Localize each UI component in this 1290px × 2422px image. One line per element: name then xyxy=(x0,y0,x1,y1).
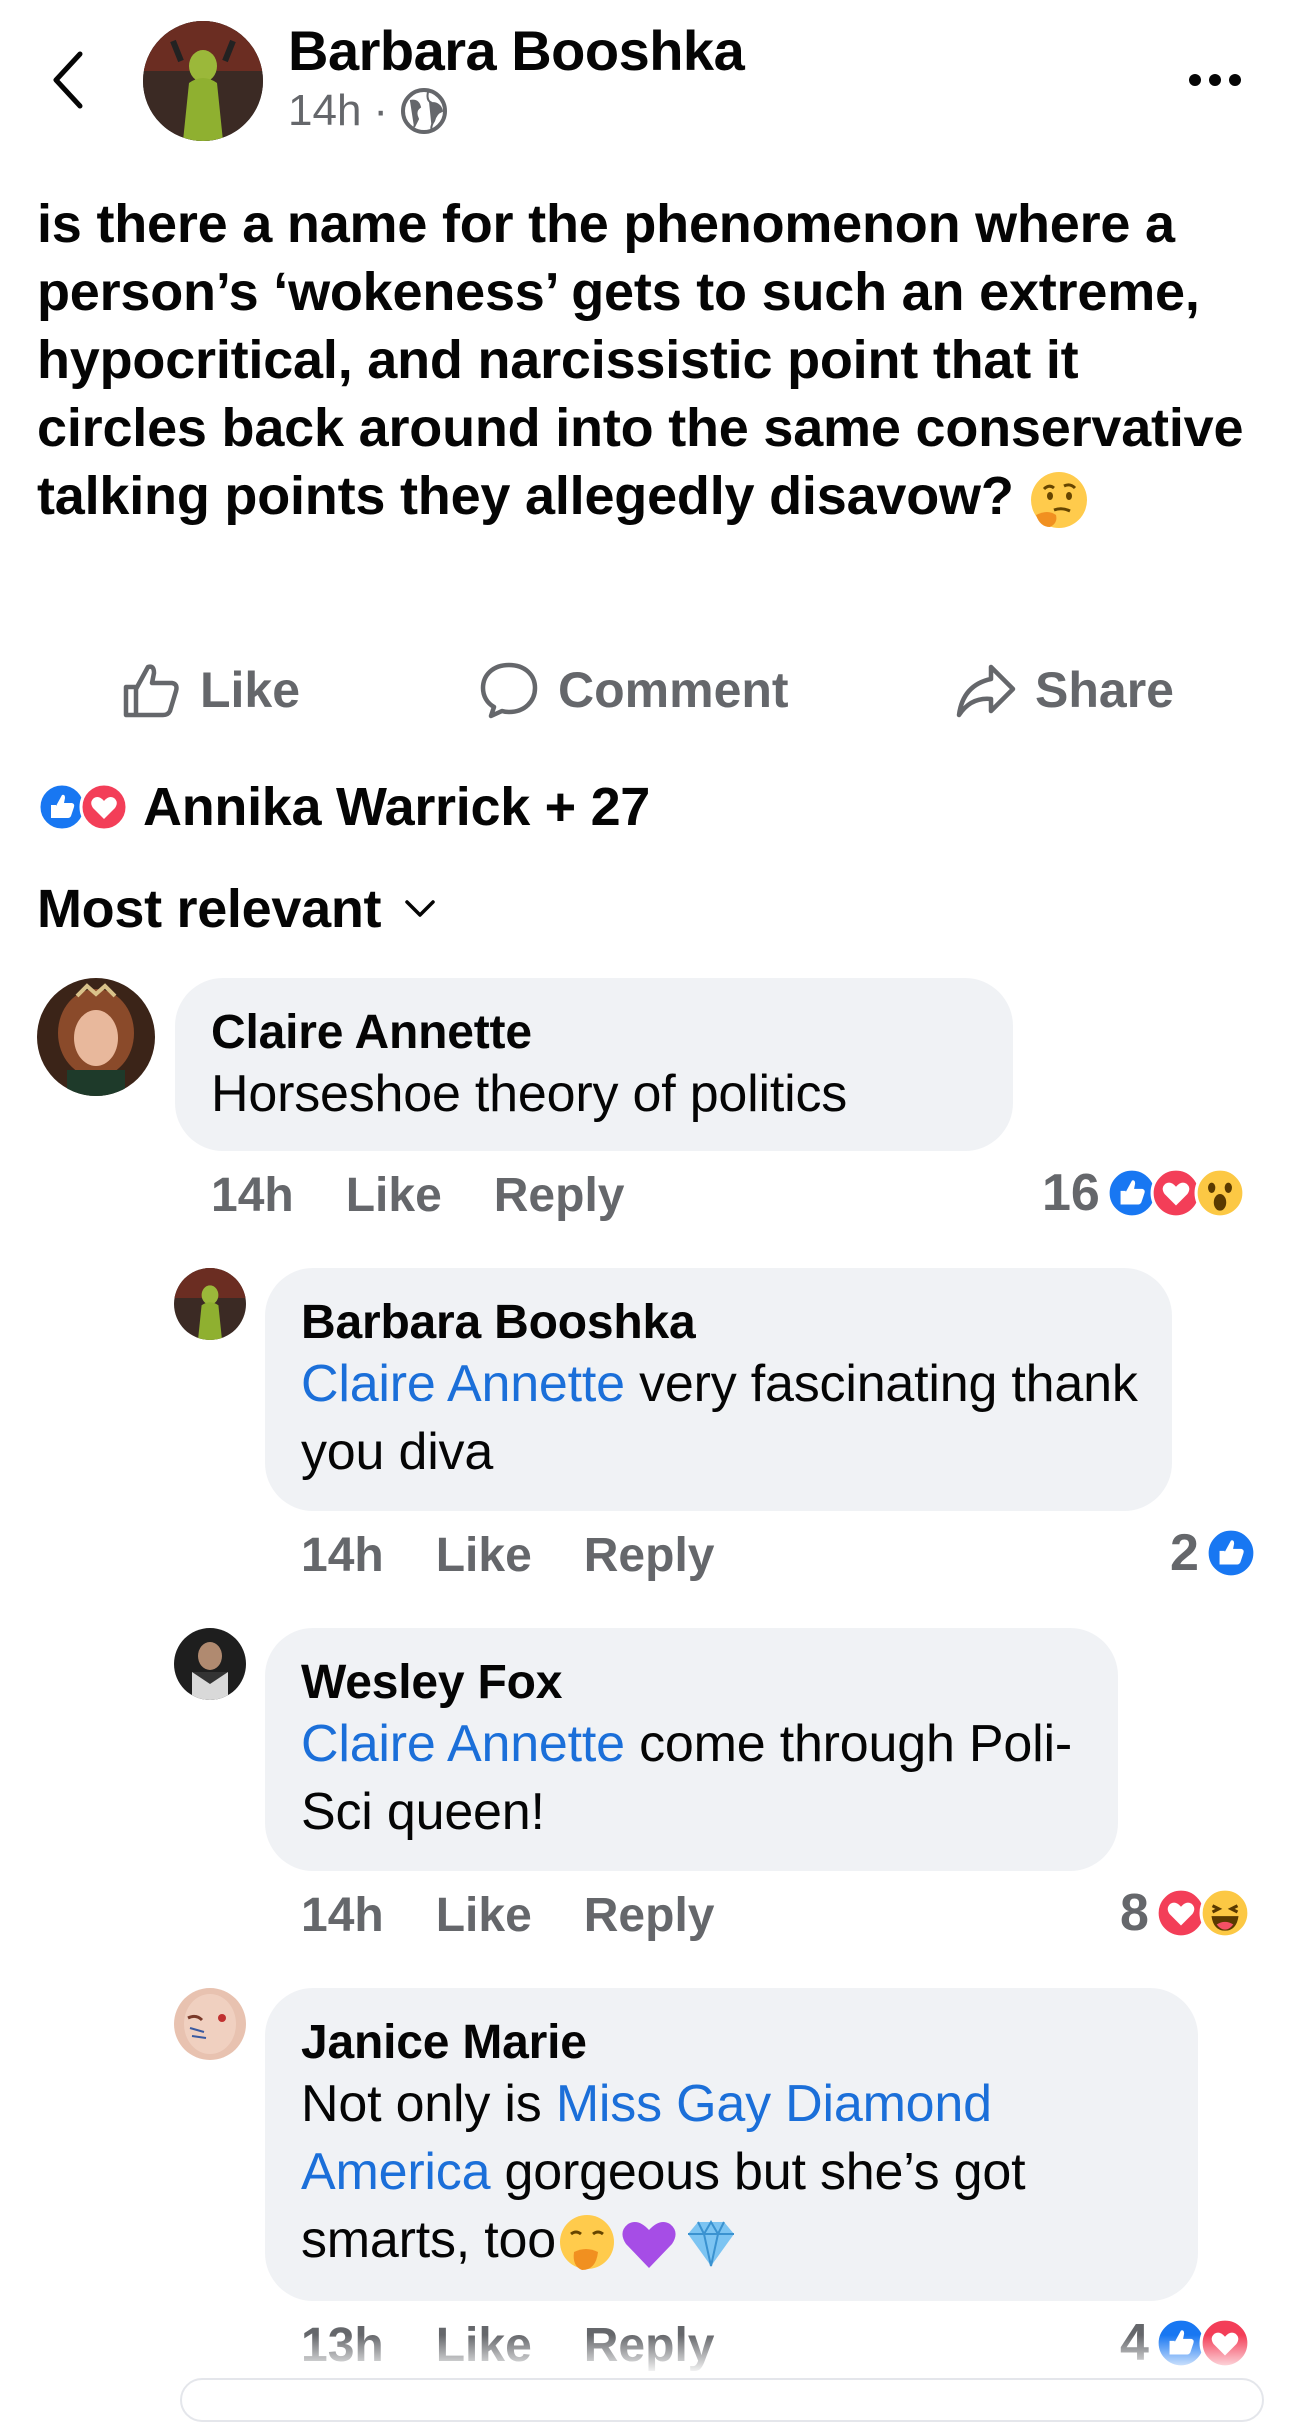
post-text: is there a name for the phenomenon where… xyxy=(37,190,1257,531)
comment-avatar-barbara-booshka[interactable] xyxy=(174,1268,246,1340)
post-author-name[interactable]: Barbara Booshka xyxy=(288,18,745,83)
wow-reaction-icon xyxy=(1194,1167,1246,1219)
thinking-emoji xyxy=(1031,471,1088,528)
like-reaction-icon xyxy=(1205,1527,1257,1579)
comment-body-prefix: Not only is xyxy=(301,2075,556,2133)
comment-avatar-janice-marie[interactable] xyxy=(174,1988,246,2060)
reaction-count: 16 xyxy=(1042,1164,1100,1222)
comment-like-button[interactable]: Like xyxy=(436,1888,532,1943)
more-icon[interactable] xyxy=(1185,60,1245,100)
comment-text: Claire Annette very fascinating thank yo… xyxy=(301,1350,1151,1486)
comment-reply-button[interactable]: Reply xyxy=(584,1888,715,1943)
chevron-down-icon xyxy=(405,900,435,917)
comment-reply-button[interactable]: Reply xyxy=(494,1168,625,1223)
sort-dropdown[interactable]: Most relevant xyxy=(37,878,437,940)
haha-reaction-icon xyxy=(1199,1887,1251,1939)
comment-author-name[interactable]: Janice Marie xyxy=(301,2015,587,2070)
share-action-button[interactable]: Share xyxy=(955,655,1174,725)
comment-mention[interactable]: Claire Annette xyxy=(301,1355,625,1413)
reactions-summary[interactable]: Annika Warrick + 27 xyxy=(37,772,650,842)
meta-separator: · xyxy=(373,86,389,135)
comment-avatar-wesley-fox[interactable] xyxy=(174,1628,246,1700)
comment-reaction-count[interactable]: 16 xyxy=(1042,1163,1246,1223)
comment-action-button[interactable]: Comment xyxy=(478,655,789,725)
reaction-icons xyxy=(1205,1527,1257,1579)
comment-avatar-claire-annette[interactable] xyxy=(37,978,155,1096)
share-action-label: Share xyxy=(1035,662,1174,718)
comment-time[interactable]: 14h xyxy=(211,1168,294,1223)
comment-icon xyxy=(480,662,538,719)
reaction-count: 2 xyxy=(1170,1524,1199,1582)
comment-author-name[interactable]: Wesley Fox xyxy=(301,1655,562,1710)
comment-text: Not only is Miss Gay Diamond America gor… xyxy=(301,2070,1181,2274)
comment-bubble: Wesley Fox Claire Annette come through P… xyxy=(265,1628,1118,1871)
comment-action-label: Comment xyxy=(558,662,789,718)
comment-like-button[interactable]: Like xyxy=(436,1528,532,1583)
comment-reply-button[interactable]: Reply xyxy=(584,1528,715,1583)
comment-bubble: Barbara Booshka Claire Annette very fasc… xyxy=(265,1268,1172,1511)
comment-like-button[interactable]: Like xyxy=(346,1168,442,1223)
post-time[interactable]: 14h xyxy=(288,86,361,136)
comment-reaction-count[interactable]: 2 xyxy=(1170,1523,1257,1583)
comment-bubble: Claire Annette Horseshoe theory of polit… xyxy=(175,978,1013,1151)
comment-reaction-count[interactable]: 8 xyxy=(1120,1883,1251,1943)
comment-text: Horseshoe theory of politics xyxy=(211,1065,848,1123)
sort-label: Most relevant xyxy=(37,879,382,939)
globe-icon xyxy=(401,88,448,134)
comment-mention[interactable]: Claire Annette xyxy=(301,1715,625,1773)
purple-heart-emoji xyxy=(622,2222,676,2269)
love-reaction-icon xyxy=(79,782,129,832)
comment-text: Claire Annette come through Poli-Sci que… xyxy=(301,1710,1101,1846)
face-hand-emoji xyxy=(559,2215,614,2271)
comment-meta: 14h Like Reply xyxy=(301,1528,714,1583)
like-action-button[interactable]: Like xyxy=(120,655,300,725)
like-action-label: Like xyxy=(200,662,301,718)
comment-bubble: Janice Marie Not only is Miss Gay Diamon… xyxy=(265,1988,1198,2301)
comment-composer-edge[interactable] xyxy=(180,2378,1264,2422)
post-author-avatar[interactable] xyxy=(143,21,263,141)
reaction-icons xyxy=(1155,1887,1251,1939)
back-icon[interactable] xyxy=(48,50,88,110)
comment-author-name[interactable]: Claire Annette xyxy=(211,1005,532,1060)
comment-time[interactable]: 14h xyxy=(301,1888,384,1943)
reaction-count: 8 xyxy=(1120,1884,1149,1942)
comment-author-name[interactable]: Barbara Booshka xyxy=(301,1295,696,1350)
reaction-icons xyxy=(1106,1167,1246,1219)
comment-time[interactable]: 14h xyxy=(301,1528,384,1583)
like-outline-icon xyxy=(123,664,179,718)
reaction-icons xyxy=(37,782,129,832)
comment-meta: 14h Like Reply xyxy=(211,1168,624,1223)
share-icon xyxy=(956,664,1016,718)
post-meta: 14h · xyxy=(288,86,448,136)
gem-emoji xyxy=(687,2220,734,2267)
comment-meta: 14h Like Reply xyxy=(301,1888,714,1943)
reactions-summary-text: Annika Warrick + 27 xyxy=(143,777,651,837)
